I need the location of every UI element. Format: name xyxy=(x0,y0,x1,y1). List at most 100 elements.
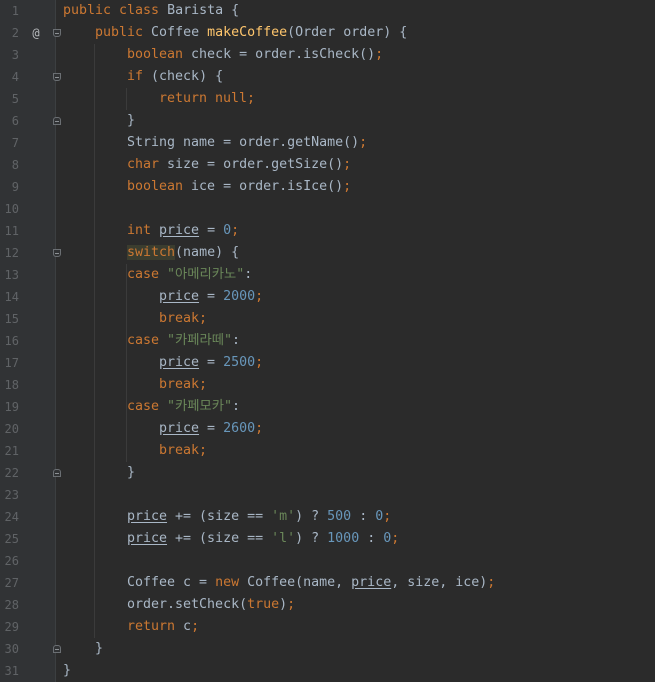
code-line[interactable]: return c; xyxy=(127,616,199,638)
line-number: 24 xyxy=(4,510,19,524)
code-token: c xyxy=(183,619,192,634)
code-line[interactable]: price += (size == 'm') ? 500 : 0; xyxy=(127,506,391,528)
code-token: } xyxy=(95,641,104,656)
keyword-token: true xyxy=(247,597,280,612)
keyword-token: ; xyxy=(343,179,352,194)
code-token: ) ? xyxy=(295,531,328,546)
code-token: Coffee c = xyxy=(127,575,216,590)
line-number: 28 xyxy=(4,598,19,612)
keyword-token: public class xyxy=(63,3,168,18)
fold-collapse-icon[interactable] xyxy=(53,249,61,257)
keyword-token-highlighted: switch xyxy=(127,245,176,260)
number-token: 2600 xyxy=(223,421,256,436)
code-line[interactable]: break; xyxy=(159,308,207,330)
code-line[interactable]: char size = order.getSize(); xyxy=(127,154,351,176)
line-number: 2 xyxy=(11,26,19,40)
code-line[interactable]: if (check) { xyxy=(127,66,223,88)
keyword-token: public xyxy=(95,25,152,40)
code-line[interactable]: case "카페라떼": xyxy=(127,330,240,352)
reassigned-variable-token: price xyxy=(351,575,392,590)
keyword-token: ; xyxy=(255,421,264,436)
code-line[interactable]: break; xyxy=(159,374,207,396)
line-number: 31 xyxy=(4,664,19,678)
line-number-gutter[interactable]: 1 2 3 4 5 6 7 8 9 10 11 12 13 14 15 16 17 18 19 20 21 22 23 24 2… xyxy=(0,0,55,682)
keyword-token: case xyxy=(127,333,168,348)
code-line[interactable]: price += (size == 'l') ? 1000 : 0; xyxy=(127,528,399,550)
reassigned-variable-token: price xyxy=(159,223,200,238)
code-token: = xyxy=(199,223,224,238)
code-line[interactable]: } xyxy=(127,462,135,484)
keyword-token: boolean xyxy=(127,47,192,62)
line-number: 23 xyxy=(4,488,19,502)
keyword-token: case xyxy=(127,399,168,414)
code-line[interactable]: } xyxy=(127,110,135,132)
override-method-icon[interactable]: @ xyxy=(28,22,44,44)
code-line[interactable]: switch(name) { xyxy=(127,242,239,264)
code-line[interactable]: public class Barista { xyxy=(63,0,239,22)
keyword-token: boolean xyxy=(127,179,192,194)
line-number: 15 xyxy=(4,312,19,326)
keyword-token: char xyxy=(127,157,168,172)
indent-guide xyxy=(126,264,127,462)
line-number: 22 xyxy=(4,466,19,480)
fold-end-icon[interactable] xyxy=(53,117,61,125)
fold-end-icon[interactable] xyxy=(53,645,61,653)
line-number: 5 xyxy=(11,92,19,106)
line-number: 13 xyxy=(4,268,19,282)
fold-end-icon[interactable] xyxy=(53,469,61,477)
code-token: : xyxy=(231,399,240,414)
keyword-token: ; xyxy=(375,47,384,62)
keyword-token: return null; xyxy=(159,91,256,106)
fold-collapse-icon[interactable] xyxy=(53,29,61,37)
code-token: Barista { xyxy=(167,3,240,18)
number-token: 2500 xyxy=(223,355,256,370)
code-line[interactable]: return null; xyxy=(159,88,255,110)
string-token: 'l' xyxy=(271,531,296,546)
reassigned-variable-token: price xyxy=(127,531,168,546)
code-line[interactable]: break; xyxy=(159,440,207,462)
code-line[interactable]: case "아메리카노": xyxy=(127,264,252,286)
keyword-token: ; xyxy=(359,135,368,150)
code-token: check = order.isCheck() xyxy=(191,47,376,62)
number-token: 0 xyxy=(223,223,232,238)
code-line[interactable]: boolean check = order.isCheck(); xyxy=(127,44,383,66)
line-number: 21 xyxy=(4,444,19,458)
line-number: 26 xyxy=(4,554,19,568)
code-token: String name = order.getName() xyxy=(127,135,360,150)
keyword-token: if xyxy=(127,69,152,84)
number-token: 2000 xyxy=(223,289,256,304)
code-editor[interactable]: 1 2 3 4 5 6 7 8 9 10 11 12 13 14 15 16 17 18 19 20 21 22 23 24 2… xyxy=(0,0,655,682)
line-number: 7 xyxy=(11,136,19,150)
keyword-token: ; xyxy=(255,289,264,304)
line-number: 19 xyxy=(4,400,19,414)
line-number: 18 xyxy=(4,378,19,392)
code-line[interactable]: price = 2000; xyxy=(159,286,263,308)
line-number: 25 xyxy=(4,532,19,546)
keyword-token: ; xyxy=(255,355,264,370)
code-line[interactable]: boolean ice = order.isIce(); xyxy=(127,176,351,198)
code-line[interactable]: order.setCheck(true); xyxy=(127,594,295,616)
code-token: += (size == xyxy=(167,509,272,524)
code-line[interactable]: } xyxy=(95,638,103,660)
code-line[interactable]: } xyxy=(63,660,71,682)
code-line[interactable]: public Coffee makeCoffee(Order order) { xyxy=(95,22,407,44)
code-line[interactable]: String name = order.getName(); xyxy=(127,132,367,154)
line-number: 16 xyxy=(4,334,19,348)
code-line[interactable]: price = 2600; xyxy=(159,418,263,440)
fold-collapse-icon[interactable] xyxy=(53,73,61,81)
reassigned-variable-token: price xyxy=(159,421,200,436)
code-token: } xyxy=(127,113,136,128)
code-token: = xyxy=(199,355,224,370)
gutter-divider xyxy=(55,0,56,682)
code-line[interactable]: price = 2500; xyxy=(159,352,263,374)
code-line[interactable]: int price = 0; xyxy=(127,220,239,242)
code-token: : xyxy=(359,531,384,546)
reassigned-variable-token: price xyxy=(159,289,200,304)
code-line[interactable]: Coffee c = new Coffee(name, price, size,… xyxy=(127,572,495,594)
keyword-token: ; xyxy=(343,157,352,172)
keyword-token: return xyxy=(127,619,184,634)
code-line[interactable]: case "카페모카": xyxy=(127,396,240,418)
keyword-token: ; xyxy=(287,597,296,612)
keyword-token: ; xyxy=(191,619,200,634)
keyword-token: break; xyxy=(159,311,208,326)
